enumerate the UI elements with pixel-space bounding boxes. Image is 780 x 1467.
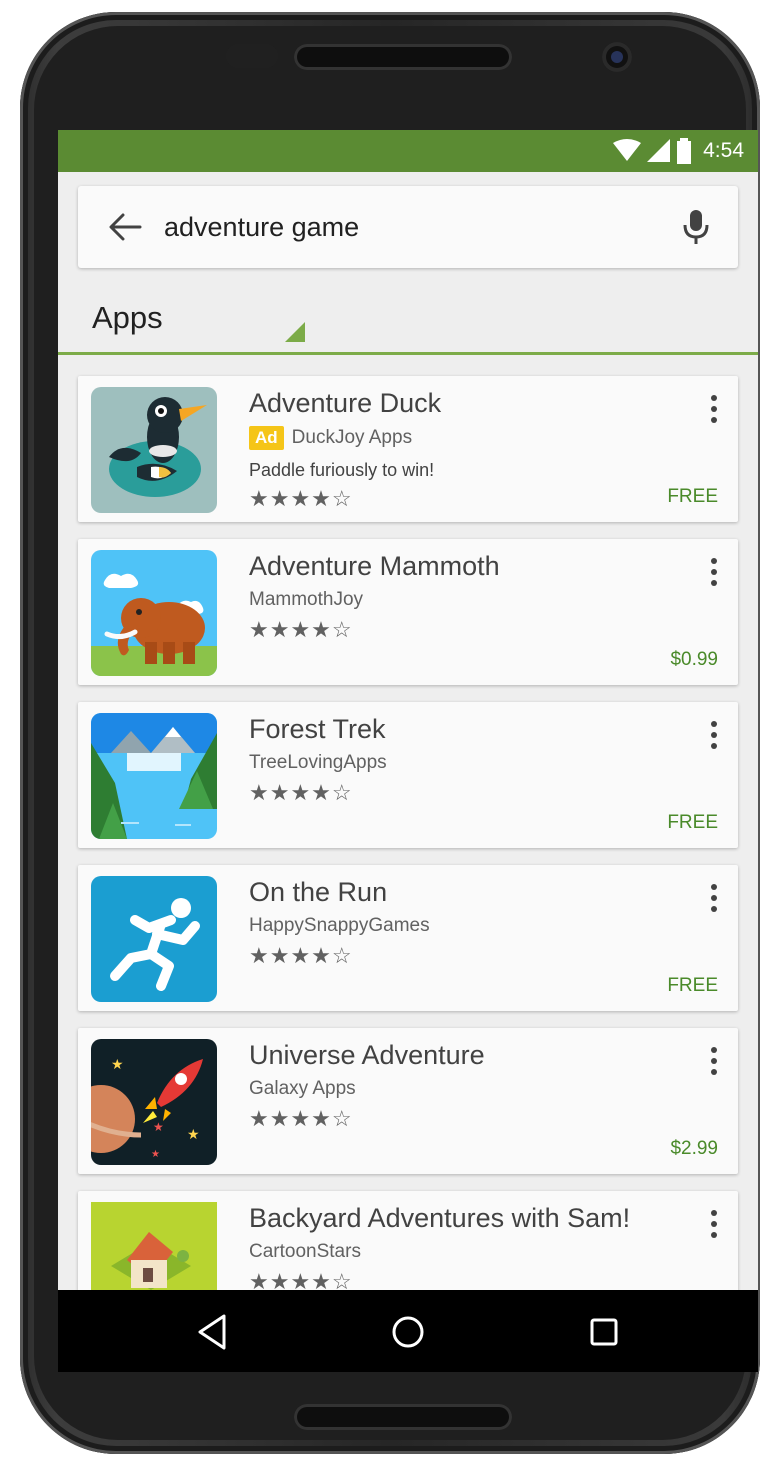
section-header: Apps <box>58 280 758 355</box>
status-time: 4:54 <box>703 139 744 162</box>
app-icon-forest <box>91 713 217 839</box>
app-title: Adventure Duck <box>249 388 442 418</box>
app-icon-mammoth <box>91 550 217 676</box>
app-developer: CartoonStars <box>249 1241 361 1262</box>
app-card[interactable]: Adventure Mammoth MammothJoy ★★★★☆ $0.99 <box>78 539 738 685</box>
app-description: Paddle furiously to win! <box>249 460 435 480</box>
rocket-icon: ★ ★ ★ ★ <box>91 1039 217 1165</box>
app-rating-stars: ★★★★☆ <box>249 780 353 805</box>
section-dropdown-indicator[interactable] <box>285 322 305 342</box>
app-card[interactable]: Adventure Duck Ad DuckJoy Apps Paddle fu… <box>78 376 738 522</box>
app-rating-stars: ★★★★☆ <box>249 617 353 642</box>
svg-text:★: ★ <box>151 1149 160 1160</box>
more-vert-icon[interactable] <box>706 557 722 587</box>
more-vert-icon[interactable] <box>706 1209 722 1239</box>
app-developer: TreeLovingApps <box>249 752 387 773</box>
app-title: Universe Adventure <box>249 1040 485 1070</box>
forest-icon <box>91 713 217 839</box>
app-developer: Galaxy Apps <box>249 1078 356 1099</box>
ad-badge: Ad <box>249 426 284 450</box>
more-vert-icon[interactable] <box>706 720 722 750</box>
app-title: Backyard Adventures with Sam! <box>249 1203 631 1233</box>
svg-text:★: ★ <box>187 1127 200 1143</box>
screen: 4:54 Apps <box>58 130 758 1372</box>
runner-icon <box>91 876 217 1002</box>
app-card[interactable]: Forest Trek TreeLovingApps ★★★★☆ FREE <box>78 702 738 848</box>
app-title: Adventure Mammoth <box>249 551 500 581</box>
status-icons: 4:54 <box>613 138 744 164</box>
app-title: On the Run <box>249 877 388 907</box>
more-vert-icon[interactable] <box>706 883 722 913</box>
proximity-sensor <box>226 44 278 68</box>
earpiece-speaker <box>294 44 512 70</box>
cell-signal-icon <box>647 139 671 162</box>
more-vert-icon[interactable] <box>706 394 722 424</box>
app-rating-stars: ★★★★☆ <box>249 486 353 511</box>
triangle-back-icon[interactable] <box>190 1310 234 1354</box>
app-developer: HappySnappyGames <box>249 915 430 936</box>
duck-icon <box>91 387 217 513</box>
app-price[interactable]: FREE <box>667 975 718 997</box>
more-vert-icon[interactable] <box>706 1046 722 1076</box>
wifi-icon <box>613 139 642 161</box>
app-price[interactable]: $2.99 <box>670 1138 718 1160</box>
microphone-icon[interactable] <box>682 208 710 246</box>
square-recents-icon[interactable] <box>582 1310 626 1354</box>
app-icon-run <box>91 876 217 1002</box>
app-developer-row: Ad DuckJoy Apps <box>249 426 412 450</box>
front-camera <box>602 42 632 72</box>
svg-text:★: ★ <box>153 1120 164 1134</box>
app-rating-stars: ★★★★☆ <box>249 943 353 968</box>
app-card[interactable]: ★ ★ ★ ★ Universe Adventure Galaxy Apps ★… <box>78 1028 738 1174</box>
svg-text:★: ★ <box>111 1057 124 1073</box>
mammoth-icon <box>91 550 217 676</box>
app-developer: MammothJoy <box>249 589 364 610</box>
search-bar <box>78 186 738 268</box>
search-input[interactable] <box>164 208 644 246</box>
app-price[interactable]: $0.99 <box>670 649 718 671</box>
app-icon-duck <box>91 387 217 513</box>
app-card[interactable]: On the Run HappySnappyGames ★★★★☆ FREE <box>78 865 738 1011</box>
bottom-speaker <box>294 1404 512 1430</box>
app-rating-stars: ★★★★☆ <box>249 1106 353 1131</box>
app-price[interactable]: FREE <box>667 812 718 834</box>
battery-icon <box>677 138 692 164</box>
section-title: Apps <box>92 300 163 335</box>
app-developer: DuckJoy Apps <box>291 427 413 448</box>
app-icon-universe: ★ ★ ★ ★ <box>91 1039 217 1165</box>
arrow-left-icon[interactable] <box>108 212 142 242</box>
navigation-bar <box>58 1290 758 1372</box>
status-bar: 4:54 <box>58 130 758 172</box>
app-title: Forest Trek <box>249 714 386 744</box>
circle-home-icon[interactable] <box>386 1310 430 1354</box>
app-price[interactable]: FREE <box>667 486 718 508</box>
